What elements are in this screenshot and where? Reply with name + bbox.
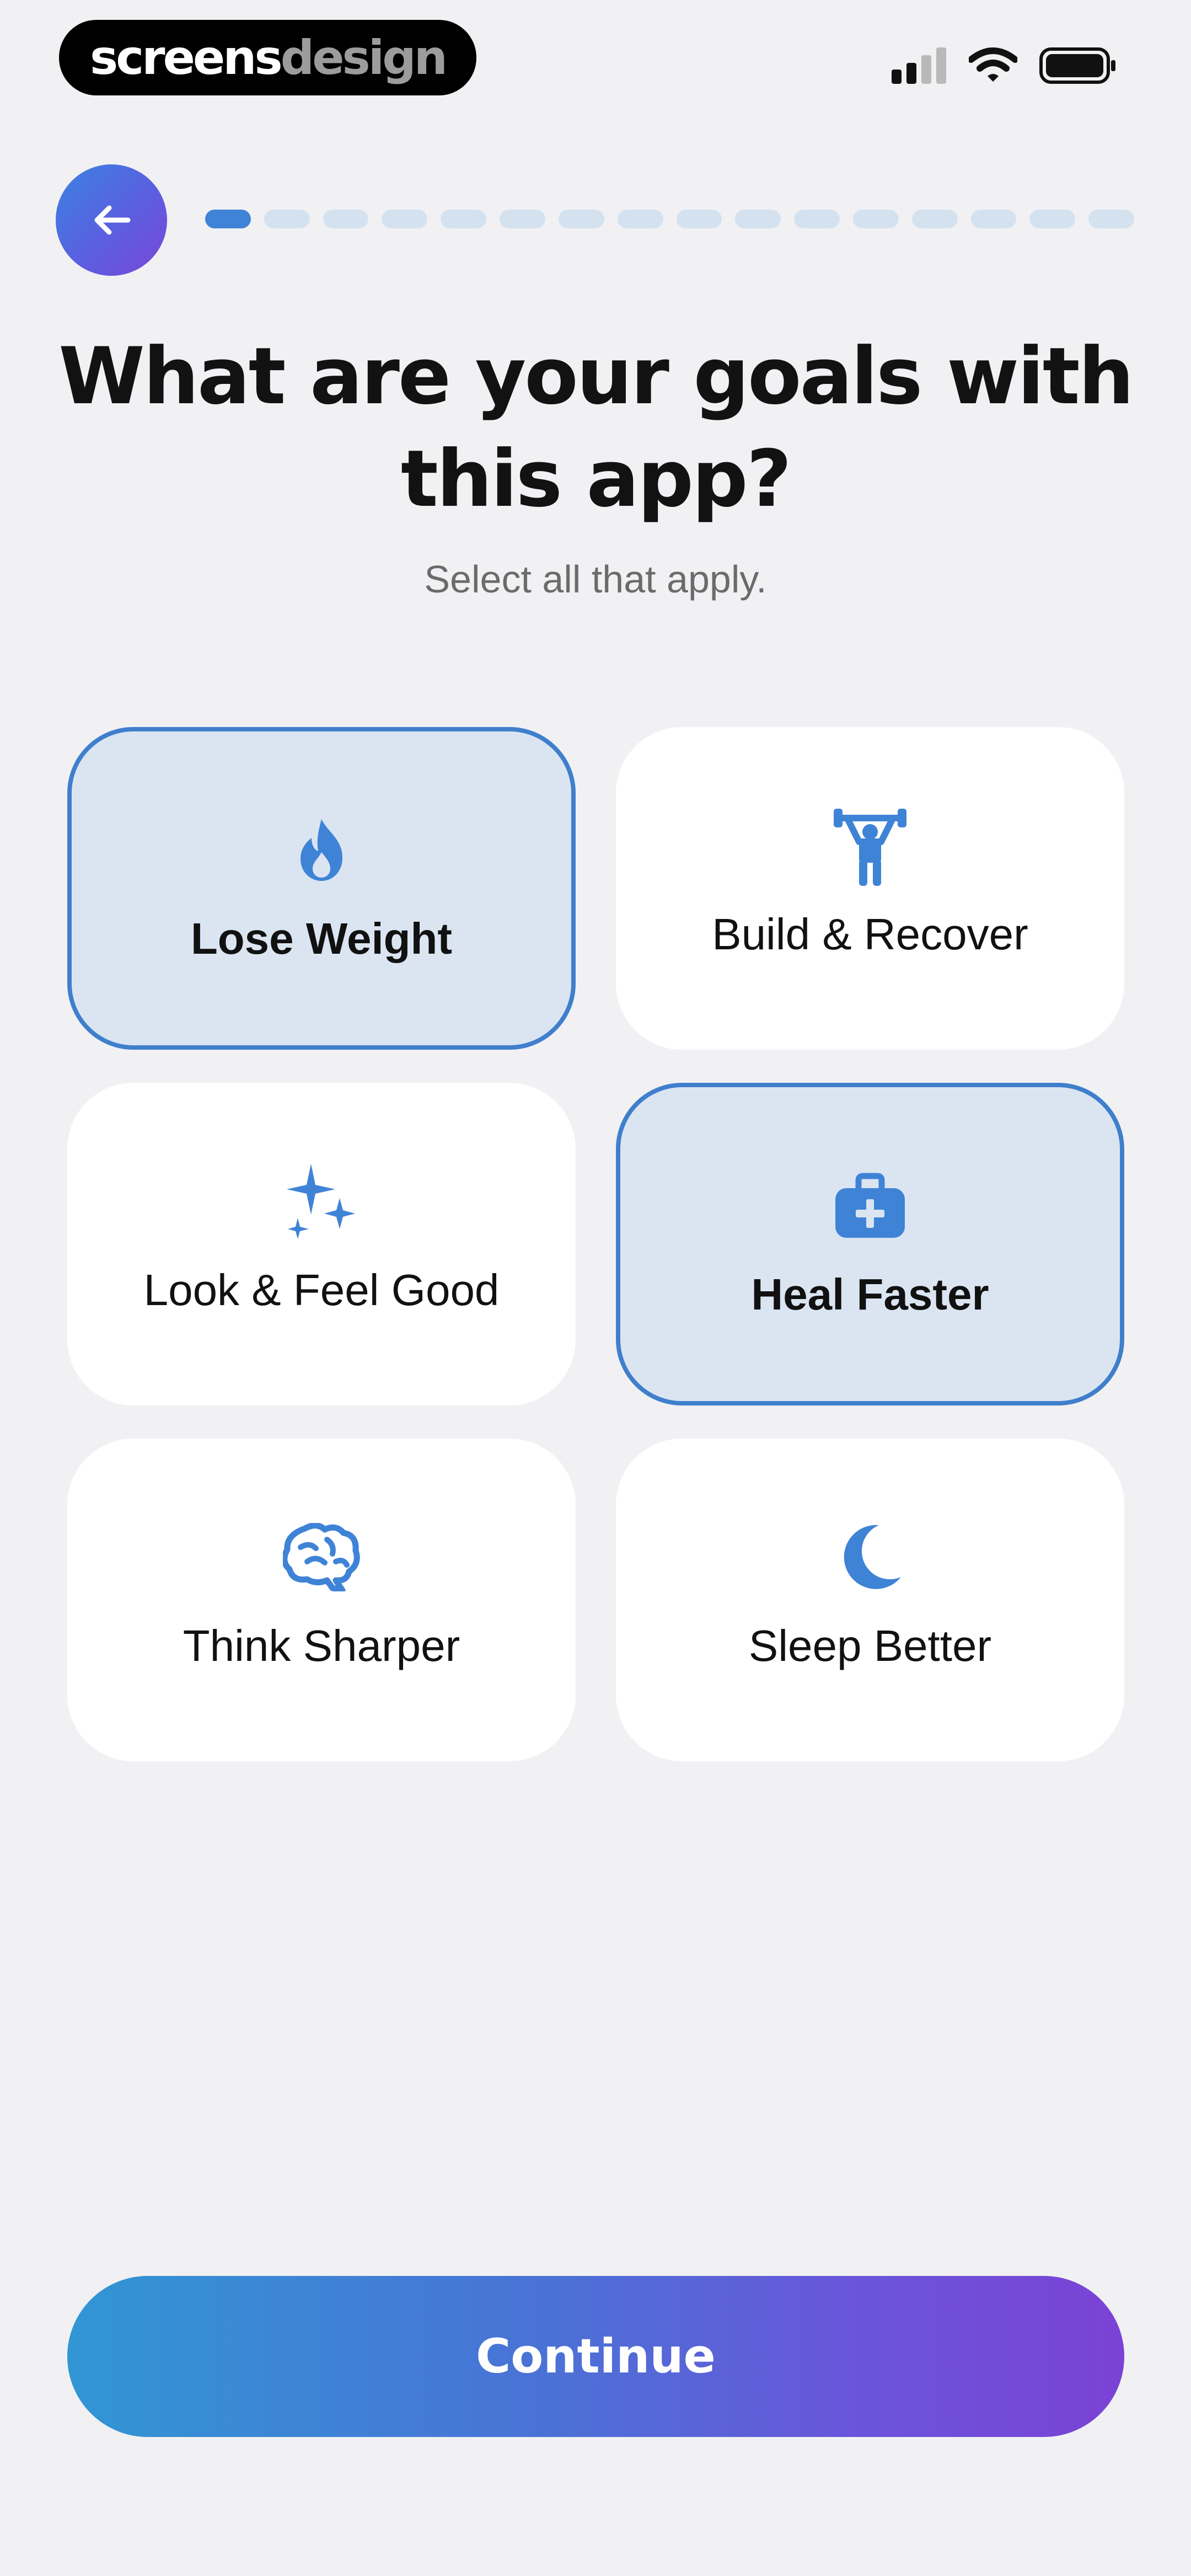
progress-segment: [676, 210, 722, 228]
goal-label: Sleep Better: [748, 1621, 992, 1670]
brand-text-secondary: design: [280, 30, 448, 85]
page-title: What are your goals with this app?: [58, 331, 1134, 525]
progress-segment: [852, 210, 899, 228]
goal-label: Look & Feel Good: [143, 1265, 500, 1314]
goal-card-sleep-better[interactable]: Sleep Better: [616, 1439, 1124, 1761]
goal-card-heal-faster[interactable]: Heal Faster: [616, 1083, 1124, 1405]
moon-icon: [829, 1516, 911, 1599]
flame-icon: [280, 809, 363, 891]
sparkles-icon: [280, 1160, 363, 1243]
brain-icon: [280, 1516, 363, 1599]
medical-kit-icon: [829, 1164, 911, 1247]
arrow-left-icon: [94, 205, 131, 235]
progress-segment: [794, 210, 840, 228]
goal-card-lose-weight[interactable]: Lose Weight: [67, 727, 576, 1050]
goal-label: Heal Faster: [751, 1270, 989, 1319]
wifi-icon: [969, 47, 1017, 82]
brand-badge: screens design: [59, 20, 476, 95]
continue-button[interactable]: Continue: [67, 2276, 1124, 2437]
progress-segment: [264, 210, 310, 228]
progress-segment: [1029, 210, 1076, 228]
progress-segment: [323, 210, 369, 228]
progress-segment: [558, 210, 604, 228]
progress-segment: [500, 210, 545, 228]
goal-card-build-recover[interactable]: Build & Recover: [616, 727, 1124, 1050]
progress-segment: [1088, 210, 1134, 228]
cellular-signal-icon: [892, 47, 946, 84]
goal-label: Build & Recover: [712, 910, 1028, 959]
progress-segment: [382, 210, 428, 228]
goals-screen: screens design What are your goals with …: [0, 0, 1191, 2576]
progress-segment: [617, 210, 663, 228]
page-subtitle: Select all that apply.: [424, 558, 767, 601]
progress-segment: [735, 210, 781, 228]
brand-text-primary: screens: [90, 30, 283, 85]
progress-segment: [205, 210, 251, 228]
back-button[interactable]: [56, 164, 167, 276]
goal-card-look-feel-good[interactable]: Look & Feel Good: [67, 1083, 576, 1405]
status-icons: [892, 46, 1117, 85]
progress-segment: [970, 210, 1017, 228]
progress-segment: [441, 210, 487, 228]
progress-segment: [911, 210, 958, 228]
battery-icon: [1039, 47, 1115, 84]
goal-label: Lose Weight: [190, 914, 453, 963]
goal-card-think-sharper[interactable]: Think Sharper: [67, 1439, 576, 1761]
onboarding-progress: [205, 210, 1134, 228]
weightlifter-icon: [829, 804, 911, 887]
goal-label: Think Sharper: [183, 1621, 460, 1670]
